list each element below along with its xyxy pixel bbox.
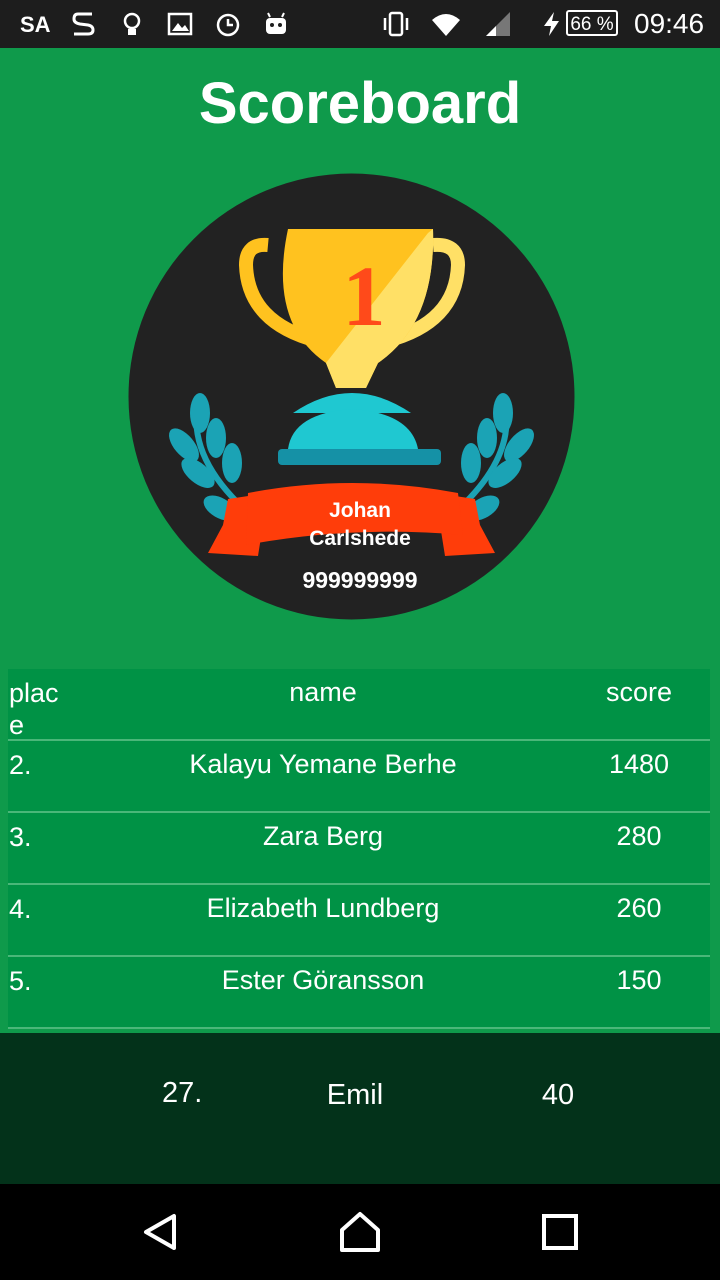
signal-icon — [486, 12, 510, 36]
table-row: 5. Ester Göransson 150 — [8, 957, 710, 1029]
row-name: Ester Göransson — [221, 965, 425, 995]
battery-indicator: 66 % — [566, 10, 618, 36]
row-place: 5. — [9, 966, 32, 996]
row-score: 280 — [616, 821, 662, 851]
current-user-name: Emil — [326, 1079, 384, 1111]
winner-name: Johan Carlshede — [280, 497, 440, 553]
carrier-label: SA — [20, 12, 51, 37]
status-bar: SA 66 % 09:46 — [0, 0, 720, 48]
table-row: 2. Kalayu Yemane Berhe 1480 — [8, 741, 710, 813]
wifi-icon — [432, 14, 460, 36]
page-title: Scoreboard — [198, 71, 522, 136]
current-user-place: 27. — [162, 1077, 203, 1109]
row-score: 1480 — [608, 749, 670, 779]
row-name: Elizabeth Lundberg — [206, 893, 440, 923]
lightbulb-icon — [123, 12, 141, 35]
row-place: 4. — [9, 894, 32, 924]
vibrate-icon — [383, 11, 409, 37]
winner-score: 999999999 — [302, 567, 418, 593]
image-icon — [167, 12, 193, 36]
header-score: score — [605, 677, 673, 707]
winner-last-name: Carlshede — [309, 527, 411, 550]
charging-icon — [544, 12, 559, 36]
s-app-icon — [72, 12, 95, 36]
trophy-number: 1 — [343, 248, 386, 344]
recents-icon[interactable] — [534, 1206, 586, 1258]
row-name: Kalayu Yemane Berhe — [189, 749, 457, 779]
current-user-score: 40 — [541, 1079, 575, 1111]
row-name: Zara Berg — [262, 821, 384, 851]
header-place: place — [9, 678, 59, 740]
table-header-row: place name score — [8, 669, 710, 741]
header-name: name — [289, 677, 357, 707]
row-place: 3. — [9, 822, 32, 852]
alarm-icon — [216, 13, 240, 37]
navigation-bar — [0, 1184, 720, 1280]
clock: 09:46 — [634, 8, 705, 39]
row-place: 2. — [9, 750, 32, 780]
scoreboard-table: place name score 2. Kalayu Yemane Berhe … — [8, 669, 710, 1029]
row-score: 150 — [616, 965, 662, 995]
table-row: 4. Elizabeth Lundberg 260 — [8, 885, 710, 957]
back-icon[interactable] — [134, 1206, 186, 1258]
row-score: 260 — [616, 893, 662, 923]
table-row: 3. Zara Berg 280 — [8, 813, 710, 885]
android-icon — [266, 12, 286, 34]
winner-first-name: Johan — [329, 499, 391, 522]
home-icon[interactable] — [334, 1206, 386, 1258]
current-user-score-bar: 27. Emil 40 — [0, 1033, 720, 1184]
